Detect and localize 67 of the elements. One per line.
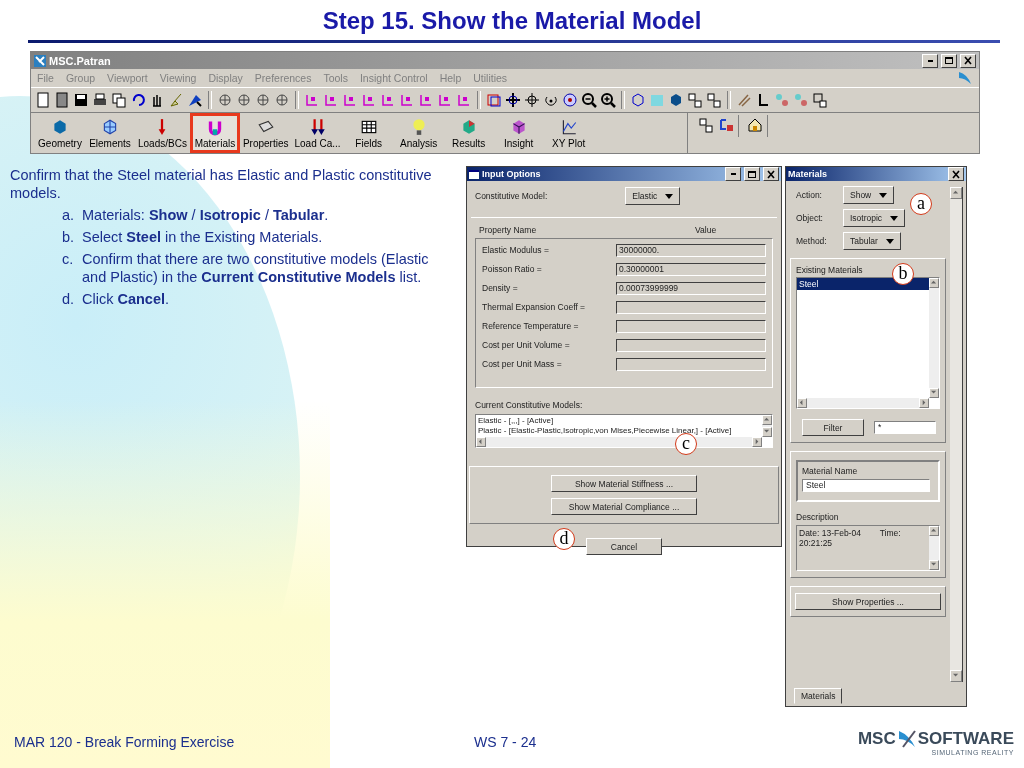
page-number: WS 7 - 24 <box>474 734 538 750</box>
panel-tab[interactable]: Materials <box>794 688 843 704</box>
column-header: Property Name <box>479 225 538 235</box>
list-label: Current Constitutive Models: <box>475 400 584 410</box>
field-label: Action: <box>796 190 823 200</box>
app-button[interactable]: Fields <box>343 113 394 153</box>
field-label: Constitutive Model: <box>475 191 548 201</box>
property-label: Reference Temperature = <box>482 321 580 331</box>
option-dropdown[interactable]: Isotropic <box>843 209 906 227</box>
field-label: Description <box>796 512 840 522</box>
footer-text: MAR 120 - Break Forming Exercise <box>14 734 236 750</box>
list-item[interactable]: Plastic - [Elastic-Plastic,Isotropic,von Mises,Piecewise Linear,] - [Active] <box>478 426 760 436</box>
value-field[interactable]: 30000000. <box>616 243 766 257</box>
step-text: Select Steel in the Existing Materials. <box>82 228 323 246</box>
app-button[interactable]: Load Ca... <box>291 113 344 153</box>
filter-button[interactable]: Filter <box>802 419 864 436</box>
description-field[interactable]: Date: 13-Feb-04 Time: 20:21:25 <box>796 525 940 571</box>
app-button[interactable]: Analysis <box>393 113 444 153</box>
app-button[interactable]: Geometry <box>35 113 85 153</box>
step-text: Materials: Show / Isotropic / Tabular. <box>82 206 329 224</box>
value-field[interactable]: 0.30000001 <box>616 262 766 276</box>
app-button[interactable]: Properties <box>239 113 292 153</box>
callout-marker: b <box>892 263 914 285</box>
app-button[interactable]: Results <box>443 113 494 153</box>
dialog-button[interactable]: Show Material Stiffness ... <box>551 475 697 492</box>
property-label: Cost per Unit Mass = <box>482 359 563 369</box>
list-item[interactable]: Steel <box>797 278 929 290</box>
logo-text: MSC <box>857 728 896 749</box>
property-label: Elastic Modulus = <box>482 245 550 255</box>
cancel-button[interactable]: Cancel <box>586 538 662 555</box>
field-label: Object: <box>796 213 824 223</box>
step-text: Confirm that there are two constitutive models (Elastic and Plastic) in the Current Constitutive Models list. <box>82 250 430 286</box>
instruction-text: Confirm that the Steel material has Elastic and Plastic constitutive models. <box>10 166 433 202</box>
window-title: MSC.Patran <box>49 54 111 67</box>
callout-marker: d <box>553 528 575 550</box>
logo-text: SOFTWARE <box>917 728 1014 749</box>
field-label: Method: <box>796 236 828 246</box>
model-dropdown[interactable]: Elastic <box>625 187 681 205</box>
app-button[interactable]: XY Plot <box>543 113 594 153</box>
dialog-button[interactable]: Show Material Compliance ... <box>551 498 697 515</box>
property-label: Thermal Expansion Coeff = <box>482 302 587 312</box>
step-text: Click Cancel. <box>82 290 170 308</box>
list-item[interactable]: Elastic - [,,,] - [Active] <box>478 416 760 426</box>
name-field[interactable]: Steel <box>802 479 930 492</box>
property-label: Cost per Unit Volume = <box>482 340 571 350</box>
dialog-title: Input Options <box>482 169 541 179</box>
list-label: Existing Materials <box>796 265 863 275</box>
option-dropdown[interactable]: Tabular <box>843 232 901 250</box>
property-label: Density = <box>482 283 519 293</box>
app-button[interactable]: Insight <box>493 113 544 153</box>
slide-title: Step 15. Show the Material Model <box>321 6 703 36</box>
app-button[interactable]: Materials <box>189 113 240 153</box>
panel-title: Materials <box>788 169 828 179</box>
show-properties-button[interactable]: Show Properties ... <box>795 593 941 610</box>
property-label: Poisson Ratio = <box>482 264 543 274</box>
option-dropdown[interactable]: Show <box>843 186 895 204</box>
column-header: Value <box>695 225 717 235</box>
value-field[interactable]: 0.00073999999 <box>616 281 766 295</box>
step-marker: a. <box>62 206 76 224</box>
step-marker: c. <box>62 250 75 269</box>
callout-marker: a <box>910 193 932 215</box>
filter-field[interactable]: * <box>874 421 936 434</box>
step-marker: b. <box>62 228 76 246</box>
app-button[interactable]: Loads/BCs <box>135 113 190 153</box>
step-marker: d. <box>62 290 76 308</box>
field-label: Material Name <box>802 466 858 476</box>
app-button[interactable]: Elements <box>85 113 135 153</box>
